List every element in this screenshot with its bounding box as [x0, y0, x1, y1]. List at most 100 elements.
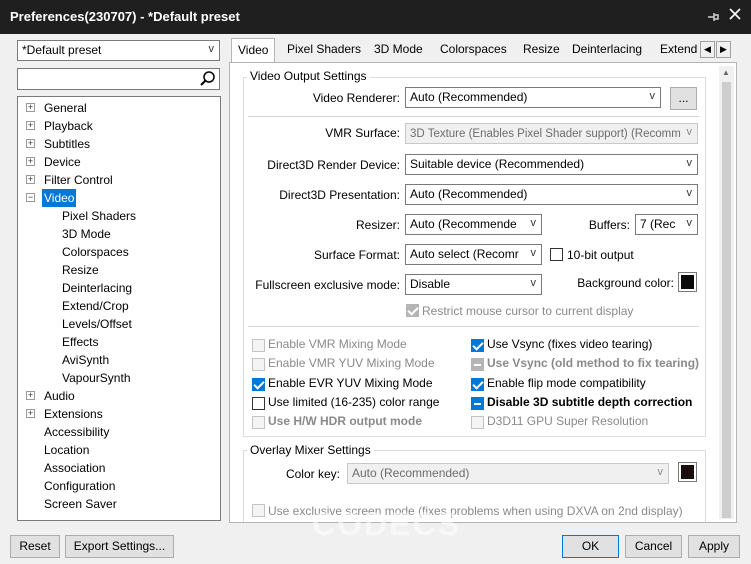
tree-item-label: Deinterlacing	[62, 281, 133, 295]
option-checkbox[interactable]	[471, 358, 484, 371]
scrollbar-thumb[interactable]	[722, 82, 731, 518]
color-key-dropdown[interactable]: Auto (Recommended) v	[347, 463, 669, 484]
tab-pixel-shaders[interactable]: Pixel Shaders	[281, 38, 367, 62]
watermark: CODECS	[312, 506, 461, 542]
option-label: D3D11 GPU Super Resolution	[487, 414, 649, 428]
surface-format-dropdown[interactable]: Auto select (Recomr v	[405, 244, 542, 265]
tab-resize[interactable]: Resize	[517, 38, 566, 62]
tree-item[interactable]: Association	[18, 459, 220, 477]
tab-3d-mode[interactable]: 3D Mode	[368, 38, 429, 62]
expand-icon[interactable]: +	[26, 103, 35, 112]
tree-item[interactable]: + Extensions	[18, 405, 220, 423]
surface-format-label: Surface Format:	[313, 248, 400, 262]
divider	[248, 116, 699, 117]
d3d-presentation-dropdown[interactable]: Auto (Recommended) v	[405, 184, 698, 205]
tree-item[interactable]: VapourSynth	[18, 369, 220, 387]
tree-item[interactable]: Colorspaces	[18, 243, 220, 261]
tree-item-label: Resize	[62, 263, 99, 277]
tree-item-label: Filter Control	[44, 173, 113, 187]
option-checkbox[interactable]	[471, 416, 484, 429]
option-checkbox[interactable]	[252, 397, 265, 410]
option-label: Enable flip mode compatibility	[487, 376, 646, 390]
expand-icon[interactable]: +	[26, 121, 35, 130]
buffers-label: Buffers:	[588, 218, 630, 232]
collapse-icon[interactable]: −	[26, 193, 35, 202]
tree-item[interactable]: AviSynth	[18, 351, 220, 369]
tree-item-label: 3D Mode	[62, 227, 111, 241]
expand-icon[interactable]: +	[26, 157, 35, 166]
video-renderer-dropdown[interactable]: Auto (Recommended) v	[405, 87, 661, 108]
preset-dropdown[interactable]: *Default preset v	[17, 40, 220, 61]
tab-scroll-left-icon[interactable]: ◀	[700, 41, 715, 58]
tree-item[interactable]: + Device	[18, 153, 220, 171]
ok-button[interactable]: OK	[562, 535, 619, 558]
search-icon[interactable]	[199, 70, 217, 88]
pin-icon[interactable]	[706, 10, 720, 24]
option-checkbox[interactable]	[471, 378, 484, 391]
option-checkbox[interactable]	[252, 358, 265, 371]
fullscreen-exclusive-dropdown[interactable]: Disable v	[405, 274, 542, 295]
search-input[interactable]	[17, 68, 220, 90]
option-label: Disable 3D subtitle depth correction	[487, 395, 693, 409]
tree-item[interactable]: + Audio	[18, 387, 220, 405]
tree-item[interactable]: Screen Saver	[18, 495, 220, 513]
reset-button[interactable]: Reset	[10, 535, 60, 558]
apply-button[interactable]: Apply	[688, 535, 740, 558]
tree-item[interactable]: Location	[18, 441, 220, 459]
tree-item[interactable]: Levels/Offset	[18, 315, 220, 333]
scroll-up-icon[interactable]: ▲	[722, 68, 730, 77]
tree-item[interactable]: Configuration	[18, 477, 220, 495]
expand-icon[interactable]: +	[26, 409, 35, 418]
background-color-swatch[interactable]	[678, 272, 697, 292]
tree-item[interactable]: + Playback	[18, 117, 220, 135]
option-checkbox[interactable]	[252, 378, 265, 391]
chevron-down-icon: v	[686, 187, 693, 199]
tree-item[interactable]: Deinterlacing	[18, 279, 220, 297]
tree-item[interactable]: + Filter Control	[18, 171, 220, 189]
tree-item[interactable]: + General	[18, 99, 220, 117]
overlay-mixer-title: Overlay Mixer Settings	[247, 443, 374, 457]
buffers-value: 7 (Rec	[640, 217, 676, 231]
tab-deinterlacing[interactable]: Deinterlacing	[566, 38, 648, 62]
tree-item[interactable]: Effects	[18, 333, 220, 351]
tree-item[interactable]: + Subtitles	[18, 135, 220, 153]
d3d-device-dropdown[interactable]: Suitable device (Recommended) v	[405, 154, 698, 175]
video-output-title: Video Output Settings	[247, 69, 370, 83]
option-checkbox[interactable]	[471, 397, 484, 410]
tree-item[interactable]: Accessibility	[18, 423, 220, 441]
buffers-dropdown[interactable]: 7 (Rec v	[635, 214, 698, 235]
tree-item-label: Levels/Offset	[62, 317, 132, 331]
tree-item[interactable]: Extend/Crop	[18, 297, 220, 315]
color-key-swatch[interactable]	[678, 462, 697, 482]
tree-item[interactable]: Pixel Shaders	[18, 207, 220, 225]
renderer-settings-button[interactable]: ...	[670, 87, 697, 110]
settings-tree[interactable]: + General + Playback + Subtitles + Device + Filte…	[17, 96, 221, 521]
vmr-surface-dropdown[interactable]: 3D Texture (Enables Pixel Shader support…	[405, 123, 698, 144]
tree-item[interactable]: 3D Mode	[18, 225, 220, 243]
expand-icon[interactable]: +	[26, 139, 35, 148]
expand-icon[interactable]: +	[26, 175, 35, 184]
resizer-dropdown[interactable]: Auto (Recommende v	[405, 214, 542, 235]
panel-scrollbar[interactable]: ▲	[719, 66, 734, 519]
exclusive-screen-checkbox[interactable]	[252, 504, 265, 517]
tenbit-output-checkbox[interactable]	[550, 248, 563, 261]
option-checkbox[interactable]	[471, 339, 484, 352]
expand-icon[interactable]: +	[26, 391, 35, 400]
cancel-button[interactable]: Cancel	[625, 535, 682, 558]
option-label: Use Vsync (old method to fix tearing)	[487, 356, 700, 370]
tree-item[interactable]: Resize	[18, 261, 220, 279]
tab-extend[interactable]: Extend	[654, 38, 703, 62]
restrict-mouse-checkbox[interactable]	[406, 304, 419, 317]
background-color-fill	[681, 275, 694, 289]
tab-colorspaces[interactable]: Colorspaces	[434, 38, 513, 62]
export-settings-button[interactable]: Export Settings...	[65, 535, 174, 558]
close-icon[interactable]	[728, 7, 744, 23]
option-checkbox[interactable]	[252, 339, 265, 352]
tree-item[interactable]: − Video	[18, 189, 220, 207]
tree-item-label: VapourSynth	[62, 371, 131, 385]
color-key-label: Color key:	[285, 467, 340, 481]
tab-scroll-right-icon[interactable]: ▶	[716, 41, 731, 58]
apply-label: Apply	[698, 539, 730, 553]
tab-video[interactable]: Video	[231, 38, 276, 63]
option-checkbox[interactable]	[252, 416, 265, 429]
